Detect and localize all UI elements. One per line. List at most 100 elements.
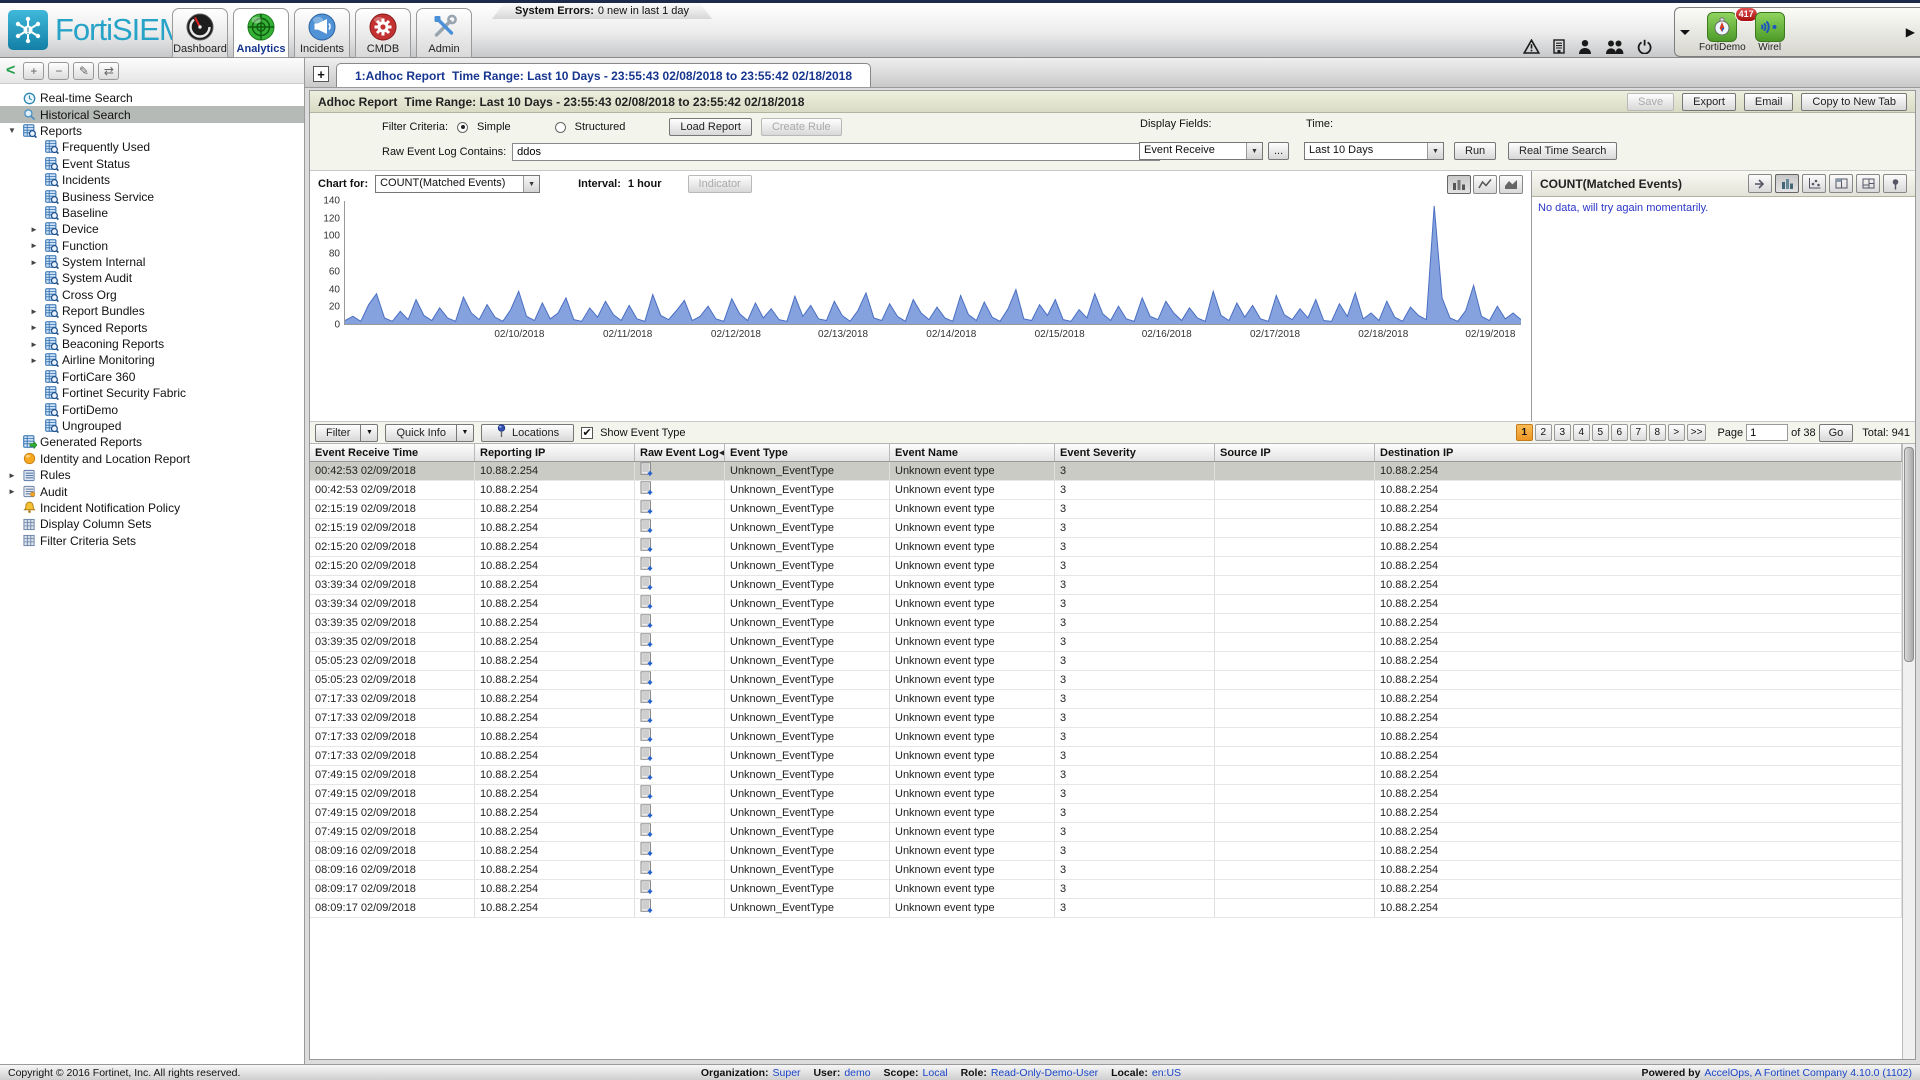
scope-value[interactable]: Local: [923, 1067, 948, 1079]
split-columns-icon[interactable]: [1829, 174, 1853, 193]
sidebar-item-filter-criteria-sets[interactable]: Filter Criteria Sets: [0, 533, 304, 549]
raw-event-log-icon[interactable]: [640, 557, 653, 575]
table-row[interactable]: 03:39:35 02/09/201810.88.2.254Unknown_Ev…: [310, 614, 1902, 633]
sidebar-item-fortidemo[interactable]: FortiDemo: [0, 401, 304, 417]
tree-caret-icon[interactable]: ►: [30, 241, 45, 250]
table-row[interactable]: 07:49:15 02/09/201810.88.2.254Unknown_Ev…: [310, 785, 1902, 804]
structured-radio-label[interactable]: Structured: [575, 121, 626, 133]
table-row[interactable]: 03:39:34 02/09/201810.88.2.254Unknown_Ev…: [310, 595, 1902, 614]
sidebar-item-business-service[interactable]: Business Service: [0, 188, 304, 204]
sidebar-item-frequently-used[interactable]: Frequently Used: [0, 139, 304, 155]
table-row[interactable]: 07:49:15 02/09/201810.88.2.254Unknown_Ev…: [310, 766, 1902, 785]
display-fields-more-button[interactable]: ...: [1268, 142, 1289, 160]
real-time-search-button[interactable]: Real Time Search: [1508, 142, 1617, 160]
user-value[interactable]: demo: [844, 1067, 870, 1079]
tree-caret-icon[interactable]: ►: [8, 471, 23, 480]
sidebar-item-reports[interactable]: ▼Reports: [0, 123, 304, 139]
raw-event-input[interactable]: [512, 143, 1160, 161]
filter-dropdown-caret[interactable]: ▼: [361, 424, 378, 442]
table-scrollbar[interactable]: [1902, 444, 1915, 1059]
chart-for-select[interactable]: COUNT(Matched Events) ▼: [375, 175, 540, 193]
sidebar-item-baseline[interactable]: Baseline: [0, 205, 304, 221]
system-report-icon[interactable]: [1553, 39, 1565, 54]
bar-chart-icon[interactable]: [1775, 174, 1799, 193]
column-header-source-ip[interactable]: Source IP: [1215, 444, 1375, 461]
page-button-[interactable]: >: [1668, 424, 1685, 441]
role-value[interactable]: Read-Only-Demo-User: [991, 1067, 1098, 1079]
locations-button[interactable]: Locations: [481, 424, 574, 442]
show-event-type-checkbox[interactable]: ✔: [581, 427, 593, 439]
nav-tab-cmdb[interactable]: CMDB: [355, 8, 411, 58]
tree-caret-icon[interactable]: ►: [30, 225, 45, 234]
organization-value[interactable]: Super: [773, 1067, 801, 1079]
load-report-button[interactable]: Load Report: [669, 118, 752, 136]
scatter-plot-icon[interactable]: [1802, 174, 1826, 193]
tab-adhoc-report[interactable]: 1:Adhoc Report Time Range: Last 10 Days …: [336, 63, 871, 87]
sidebar-item-incidents[interactable]: Incidents: [0, 172, 304, 188]
nav-tab-admin[interactable]: Admin: [416, 8, 472, 58]
table-row[interactable]: 03:39:35 02/09/201810.88.2.254Unknown_Ev…: [310, 633, 1902, 652]
treemap-icon[interactable]: [1856, 174, 1880, 193]
tree-caret-icon[interactable]: ►: [30, 323, 45, 332]
line-chart-type-button[interactable]: [1473, 175, 1497, 194]
sidebar-item-cross-org[interactable]: Cross Org: [0, 287, 304, 303]
table-row[interactable]: 00:42:53 02/09/201810.88.2.254Unknown_Ev…: [310, 481, 1902, 500]
sidebar-item-synced-reports[interactable]: ►Synced Reports: [0, 319, 304, 335]
sidebar-item-beaconing-reports[interactable]: ►Beaconing Reports: [0, 336, 304, 352]
nav-tab-incidents[interactable]: Incidents: [294, 8, 350, 58]
page-button-5[interactable]: 5: [1592, 424, 1609, 441]
org-switcher[interactable]: 417 FortiDemo Wirel ▶: [1674, 7, 1920, 57]
column-header-event-severity[interactable]: Event Severity: [1055, 444, 1215, 461]
column-header-reporting-ip[interactable]: Reporting IP: [475, 444, 635, 461]
column-header-raw-event-log[interactable]: Raw Event Log◀▕: [635, 444, 725, 461]
raw-event-log-icon[interactable]: [640, 690, 653, 708]
raw-event-log-icon[interactable]: [640, 747, 653, 765]
pointer-icon[interactable]: [1748, 174, 1772, 193]
raw-event-log-icon[interactable]: [640, 861, 653, 879]
table-row[interactable]: 05:05:23 02/09/201810.88.2.254Unknown_Ev…: [310, 671, 1902, 690]
sidebar-item-ungrouped[interactable]: Ungrouped: [0, 418, 304, 434]
page-button-[interactable]: >>: [1687, 424, 1707, 441]
table-row[interactable]: 07:17:33 02/09/201810.88.2.254Unknown_Ev…: [310, 747, 1902, 766]
sidebar-item-airline-monitoring[interactable]: ►Airline Monitoring: [0, 352, 304, 368]
show-event-type-label[interactable]: Show Event Type: [600, 427, 685, 439]
scrollbar-thumb[interactable]: [1904, 447, 1914, 662]
sidebar-item-historical-search[interactable]: Historical Search: [0, 106, 304, 122]
bar-chart-type-button[interactable]: [1447, 175, 1471, 194]
raw-event-log-icon[interactable]: [640, 576, 653, 594]
time-select[interactable]: Last 10 Days ▼: [1304, 142, 1444, 160]
tree-caret-icon[interactable]: ►: [30, 340, 45, 349]
area-chart-type-button[interactable]: [1499, 175, 1523, 194]
sidebar-item-generated-reports[interactable]: Generated Reports: [0, 434, 304, 450]
quick-info-button[interactable]: Quick Info: [385, 424, 457, 442]
table-row[interactable]: 02:15:19 02/09/201810.88.2.254Unknown_Ev…: [310, 519, 1902, 538]
nav-tab-dashboard[interactable]: Dashboard: [172, 8, 228, 58]
indicator-button[interactable]: Indicator: [688, 175, 752, 193]
sidebar-item-system-audit[interactable]: System Audit: [0, 270, 304, 286]
raw-event-log-icon[interactable]: [640, 595, 653, 613]
tree-caret-icon[interactable]: ►: [30, 356, 45, 365]
tree-caret-icon[interactable]: ►: [30, 307, 45, 316]
raw-event-log-icon[interactable]: [640, 500, 653, 518]
page-button-2[interactable]: 2: [1535, 424, 1552, 441]
page-button-3[interactable]: 3: [1554, 424, 1571, 441]
raw-event-log-icon[interactable]: [640, 614, 653, 632]
sidebar-item-rules[interactable]: ►Rules: [0, 467, 304, 483]
table-row[interactable]: 08:09:16 02/09/201810.88.2.254Unknown_Ev…: [310, 842, 1902, 861]
column-header-event-type[interactable]: Event Type: [725, 444, 890, 461]
run-button[interactable]: Run: [1454, 142, 1496, 160]
save-button[interactable]: Save: [1627, 93, 1674, 111]
simple-radio-label[interactable]: Simple: [477, 121, 511, 133]
tree-caret-icon[interactable]: ►: [8, 487, 23, 496]
locale-value[interactable]: en:US: [1152, 1067, 1181, 1079]
raw-event-log-icon[interactable]: [640, 804, 653, 822]
power-icon[interactable]: [1637, 39, 1652, 54]
organize-button[interactable]: ⇄: [98, 62, 119, 80]
page-button-4[interactable]: 4: [1573, 424, 1590, 441]
sidebar-item-incident-notification-policy[interactable]: Incident Notification Policy: [0, 500, 304, 516]
create-rule-button[interactable]: Create Rule: [761, 118, 842, 136]
display-fields-select[interactable]: Event Receive ▼: [1139, 142, 1263, 160]
add-tab-button[interactable]: +: [313, 66, 329, 82]
sidebar-item-device[interactable]: ►Device: [0, 221, 304, 237]
raw-event-log-icon[interactable]: [640, 481, 653, 499]
